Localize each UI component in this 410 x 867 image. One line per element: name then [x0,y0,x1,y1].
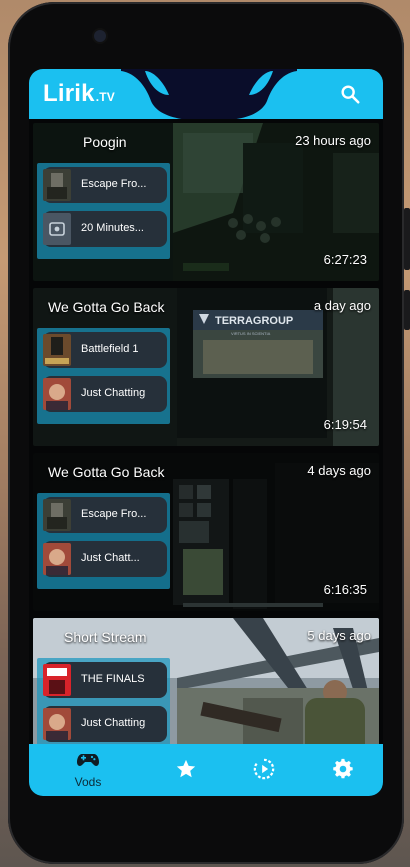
app-screen: Lirik.TV Poogin 23 hours ago Escape Fro.… [29,69,383,796]
app-logo-suffix: .TV [95,90,115,104]
vod-date: 4 days ago [307,463,371,478]
game-cover-art [43,543,71,575]
chapter-label: Escape Fro... [81,178,147,190]
gear-icon [333,758,353,779]
chapter-chip[interactable]: Just Chatt... [43,541,167,577]
chapter-chip[interactable]: Escape Fro... [43,167,167,203]
chapter-chip[interactable]: Just Chatting [43,706,167,742]
power-button [404,208,410,270]
vod-title: We Gotta Go Back [48,464,165,480]
vod-duration: 6:19:54 [323,417,367,432]
chapter-label: Just Chatting [81,387,146,399]
search-icon[interactable] [339,83,361,105]
thumb-scientia-text: VIRTUS IN SCIENTIA [231,331,271,336]
star-icon [176,759,196,778]
game-cover-art [43,664,71,696]
game-cover-art [43,169,71,201]
vod-card[interactable]: We Gotta Go Back 4 days ago Escape Fro..… [33,453,379,611]
placeholder-game-icon [43,213,71,245]
thumb-terragroup-text: TERRAGROUP [215,315,293,327]
chapter-chip[interactable]: THE FINALS [43,662,167,698]
vod-card[interactable]: Short Stream 5 days ago THE FINALS Just … [33,618,379,744]
chapter-label: 20 Minutes... [81,222,144,234]
app-bar: Lirik.TV [29,69,383,119]
chapter-chip[interactable]: Just Chatting [43,376,167,412]
front-camera [94,30,106,42]
chapter-label: Escape Fro... [81,508,147,520]
nav-favorites[interactable] [156,744,216,796]
vod-card[interactable]: TERRAGROUP VIRTUS IN SCIENTIA We Gotta G… [33,288,379,446]
chapter-list: Battlefield 1 Just Chatting [37,328,170,424]
vod-date: 23 hours ago [295,133,371,148]
vod-title: Short Stream [64,629,147,645]
vod-list[interactable]: Poogin 23 hours ago Escape Fro... 20 Min… [29,119,383,744]
vod-card[interactable]: Poogin 23 hours ago Escape Fro... 20 Min… [33,123,379,281]
volume-button [404,290,410,330]
vod-duration: 6:27:23 [323,252,367,267]
chapter-chip[interactable]: 20 Minutes... [43,211,167,247]
gamepad-icon [77,754,99,766]
nav-vods[interactable]: Vods [58,744,118,796]
chapter-label: Just Chatt... [81,552,140,564]
game-cover-art [43,499,71,531]
app-logo-name: Lirik [43,80,95,107]
vod-title: Poogin [83,134,127,150]
live-play-icon [253,758,275,780]
chapter-chip[interactable]: Escape Fro... [43,497,167,533]
nav-live[interactable] [234,744,294,796]
vod-duration: 6:16:35 [323,582,367,597]
nav-settings[interactable] [313,744,373,796]
lirik-mask-logo [121,69,297,119]
nav-vods-label: Vods [74,775,102,789]
vod-date: a day ago [313,298,371,313]
chapter-label: Battlefield 1 [81,343,139,355]
chapter-label: THE FINALS [81,673,145,685]
bottom-nav: Vods [29,744,383,796]
vod-date: 5 days ago [307,628,371,643]
chapter-chip[interactable]: Battlefield 1 [43,332,167,368]
chapter-list: Escape Fro... Just Chatt... [37,493,170,589]
game-cover-art [43,708,71,740]
chapter-label: Just Chatting [81,717,146,729]
chapter-list: THE FINALS Just Chatting [37,658,170,744]
game-cover-art [43,334,71,366]
vod-title: We Gotta Go Back [48,299,165,315]
game-cover-art [43,378,71,410]
chapter-list: Escape Fro... 20 Minutes... [37,163,170,259]
app-logo: Lirik.TV [43,80,115,108]
